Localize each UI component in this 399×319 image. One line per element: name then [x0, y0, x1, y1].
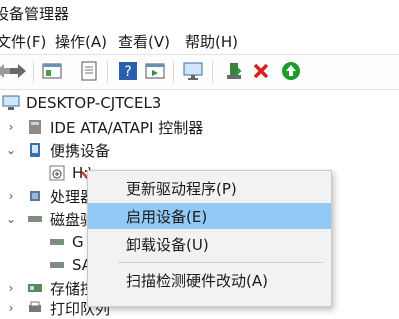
tree-item-portable[interactable]: ⌄ 便携设备 — [4, 139, 110, 161]
disabled-drive-icon — [48, 165, 66, 181]
menu-enable-device[interactable]: 启用设备(E) — [88, 203, 331, 229]
context-menu: 更新驱动程序(P) 启用设备(E) 卸载设备(U) 扫描检测硬件改动(A) — [87, 170, 332, 307]
menu-item-label: 扫描检测硬件改动(A) — [126, 271, 268, 290]
menu-item-label: 启用设备(E) — [126, 207, 208, 226]
portable-device-icon — [26, 142, 44, 158]
tree-root[interactable]: DESKTOP-CJTCEL3 — [2, 92, 161, 114]
window-title: 设备管理器 — [0, 5, 70, 23]
tree-item-disk-child[interactable]: G — [48, 231, 84, 253]
remove-device-icon[interactable] — [249, 59, 273, 83]
disk-drive-icon — [48, 257, 66, 273]
menu-file[interactable]: 文件(F) — [0, 31, 46, 52]
menu-item-label: 卸载设备(U) — [126, 235, 209, 254]
disk-drive-icon — [48, 234, 66, 250]
tree-root-label: DESKTOP-CJTCEL3 — [26, 94, 162, 112]
chevron-right-icon[interactable]: › — [4, 281, 18, 295]
menu-uninstall-device[interactable]: 卸载设备(U) — [88, 231, 331, 257]
printer-icon — [26, 300, 44, 316]
tree-item-disk-child[interactable]: SA — [48, 254, 92, 276]
ide-controller-icon — [26, 119, 44, 135]
toolbar-separator — [212, 61, 213, 83]
chevron-right-icon[interactable]: › — [4, 189, 18, 203]
toolbar-separator — [33, 61, 34, 83]
chevron-right-icon[interactable]: › — [4, 120, 18, 134]
document-icon[interactable] — [77, 59, 101, 83]
toolbar-separator — [173, 61, 174, 83]
run-icon[interactable] — [143, 59, 167, 83]
tree-item-label: G — [72, 233, 84, 251]
tree-item-label: IDE ATA/ATAPI 控制器 — [50, 118, 204, 137]
chevron-down-icon[interactable]: ⌄ — [4, 212, 18, 226]
computer-icon — [2, 95, 20, 111]
disk-drive-icon — [26, 211, 44, 227]
menu-view[interactable]: 查看(V) — [118, 31, 170, 52]
menu-bar: 文件(F) 操作(A) 查看(V) 帮助(H) — [0, 28, 399, 52]
menu-help[interactable]: 帮助(H) — [185, 31, 238, 52]
menu-separator — [118, 262, 323, 263]
processor-icon — [26, 188, 44, 204]
svg-text:?: ? — [124, 64, 131, 80]
storage-controller-icon — [26, 280, 44, 296]
menu-item-label: 更新驱动程序(P) — [126, 179, 237, 198]
tree-item-label: 便携设备 — [50, 141, 111, 160]
tree-item-ide[interactable]: › IDE ATA/ATAPI 控制器 — [4, 116, 204, 138]
help-icon[interactable]: ? — [116, 59, 140, 83]
menu-update-driver[interactable]: 更新驱动程序(P) — [88, 175, 331, 201]
enable-device-icon[interactable] — [279, 59, 303, 83]
properties-icon[interactable] — [40, 59, 64, 83]
title-bar: 设备管理器 — [0, 0, 399, 26]
menu-action[interactable]: 操作(A) — [55, 31, 107, 52]
update-driver-icon[interactable] — [222, 59, 246, 83]
monitor-scan-icon[interactable] — [181, 59, 205, 83]
toolbar: ? — [0, 54, 399, 90]
menu-scan-hardware[interactable]: 扫描检测硬件改动(A) — [88, 267, 331, 293]
forward-arrow-icon[interactable] — [6, 59, 30, 83]
toolbar-separator — [107, 61, 108, 83]
chevron-down-icon[interactable]: ⌄ — [4, 143, 18, 157]
chevron-right-icon[interactable]: › — [4, 301, 18, 315]
